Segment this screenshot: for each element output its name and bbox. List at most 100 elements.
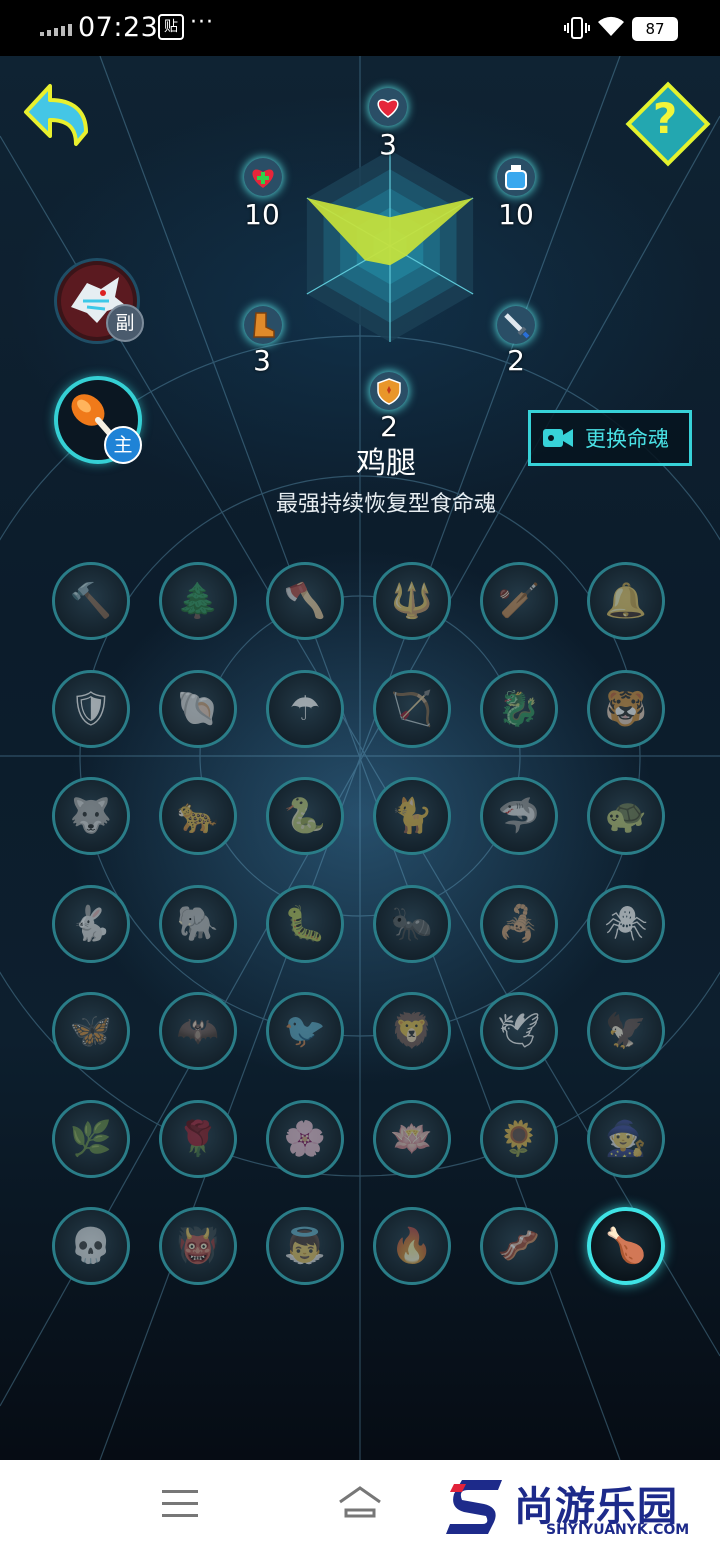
- wolf-icon: 🐺: [69, 796, 113, 836]
- leaf-icon: 🌿: [69, 1118, 113, 1159]
- soul-cell-tiger[interactable]: 🐯: [587, 669, 665, 748]
- soul-cell-rose[interactable]: 🌹: [159, 1099, 237, 1178]
- menu-nav-button[interactable]: [162, 1490, 198, 1518]
- speed-value: 3: [253, 344, 271, 377]
- butterfly-icon: 🦋: [69, 1011, 113, 1051]
- soul-cell-tree[interactable]: 🌲: [159, 562, 237, 640]
- violet-icon: 🌸: [283, 1118, 327, 1159]
- bat-icon: 🦇: [176, 1011, 220, 1051]
- soul-cell-snake[interactable]: 🐍: [266, 777, 344, 855]
- soul-cell-bell[interactable]: 🔔: [587, 562, 665, 640]
- signal-icon: [40, 22, 72, 36]
- logo-url: SHYIYUANYK.COM: [546, 1522, 690, 1538]
- status-time: 07:23: [78, 12, 159, 43]
- soul-cell-centipede[interactable]: 🦂: [480, 884, 558, 963]
- health-value: 3: [379, 128, 397, 161]
- bell-icon: 🔔: [604, 581, 648, 621]
- navigation-bar: 尚游乐园 SHYIYUANYK.COM: [0, 1460, 720, 1544]
- heal-value: 10: [244, 198, 280, 231]
- bow-icon: 🏹: [390, 688, 434, 729]
- tree-icon: 🌲: [176, 581, 220, 621]
- ant-icon: 🐜: [390, 903, 434, 944]
- centipede-icon: 🦂: [497, 903, 541, 944]
- rabbit-icon: 🐇: [69, 903, 113, 944]
- soul-cell-buddha[interactable]: 🔥: [373, 1207, 451, 1285]
- soul-cell-ant[interactable]: 🐜: [373, 884, 451, 963]
- soul-cell-mask[interactable]: 🛡: [52, 669, 130, 748]
- sunflower-icon: 🌻: [497, 1118, 541, 1159]
- demon-icon: 👹: [176, 1226, 220, 1266]
- soul-cell-shark[interactable]: 🦈: [480, 777, 558, 855]
- soul-cell-skull[interactable]: 💀: [52, 1207, 130, 1285]
- question-mark-icon: ?: [652, 94, 678, 143]
- soul-cell-spider[interactable]: 🕷: [587, 884, 665, 963]
- soul-description: 最强持续恢复型食命魂: [275, 492, 496, 517]
- swallow-icon: 🕊: [497, 1011, 541, 1051]
- umbrella-icon: ☂: [289, 688, 321, 729]
- soul-cell-umbrella[interactable]: ☂: [266, 669, 344, 748]
- soul-cell-larva[interactable]: 🐛: [266, 884, 344, 963]
- spear-icon: 🔱: [390, 581, 434, 621]
- soul-cell-butterfly[interactable]: 🦋: [52, 992, 130, 1070]
- soul-cell-sunflower[interactable]: 🌻: [480, 1099, 558, 1178]
- skull-icon: 💀: [69, 1226, 113, 1266]
- sub-badge: 副: [106, 304, 144, 342]
- help-button[interactable]: ?: [625, 81, 711, 167]
- soul-cell-fire-beast[interactable]: 🦁: [373, 992, 451, 1070]
- mask-icon: 🛡: [69, 688, 113, 729]
- soul-cell-angel[interactable]: 👼: [266, 1207, 344, 1285]
- soul-cell-cat[interactable]: 🐈: [373, 777, 451, 855]
- vibrate-icon: [564, 16, 590, 45]
- bird-icon: 🐦: [283, 1011, 327, 1051]
- drumstick-icon: 🍗: [604, 1226, 648, 1266]
- soul-cell-elephant[interactable]: 🐘: [159, 884, 237, 963]
- tiger-icon: 🐯: [604, 688, 648, 729]
- home-icon: [339, 1486, 381, 1518]
- soul-name: 鸡腿: [356, 446, 416, 481]
- soul-cell-club[interactable]: 🏏: [480, 562, 558, 640]
- soul-cell-shell[interactable]: 🐚: [159, 669, 237, 748]
- witch-icon: 🧙: [604, 1118, 648, 1159]
- angel-icon: 👼: [283, 1226, 327, 1266]
- notification-icon: 贴: [158, 14, 184, 40]
- soul-cell-axe[interactable]: 🪓: [266, 562, 344, 640]
- leopard-icon: 🐆: [176, 796, 220, 836]
- soul-cell-turtle[interactable]: 🐢: [587, 777, 665, 855]
- soul-cell-leopard[interactable]: 🐆: [159, 777, 237, 855]
- soul-cell-bat[interactable]: 🦇: [159, 992, 237, 1070]
- souls-grid: 🔨 🌲 🪓 🔱 🏏 🔔 🛡 🐚 ☂ 🏹 🐉 🐯 🐺 🐆 🐍 🐈 🦈 🐢 🐇 🐘 🐛 🐜 🦂 🕷 🦋 🦇 🐦 🦁 🕊 🦅 🌿 🌹 🌸 🪷 🌻 🧙 💀 👹 👼 🔥…: [52, 562, 672, 1302]
- hammer-icon: 🔨: [69, 581, 113, 621]
- soul-cell-swallow[interactable]: 🕊: [480, 992, 558, 1070]
- cat-icon: 🐈: [390, 796, 434, 836]
- soul-cell-sausage[interactable]: 🥓: [480, 1207, 558, 1285]
- turtle-icon: 🐢: [604, 796, 648, 836]
- soul-cell-leaf[interactable]: 🌿: [52, 1099, 130, 1178]
- soul-cell-dragon[interactable]: 🐉: [480, 669, 558, 748]
- soul-cell-witch[interactable]: 🧙: [587, 1099, 665, 1178]
- battery-indicator: 87: [632, 17, 678, 41]
- soul-cell-drumstick[interactable]: 🍗: [587, 1207, 665, 1285]
- boot-icon: [244, 306, 282, 344]
- soul-cell-eagle[interactable]: 🦅: [587, 992, 665, 1070]
- club-icon: 🏏: [497, 581, 541, 621]
- back-button[interactable]: [20, 78, 94, 152]
- soul-cell-spear[interactable]: 🔱: [373, 562, 451, 640]
- soul-cell-demon[interactable]: 👹: [159, 1207, 237, 1285]
- soul-cell-bird[interactable]: 🐦: [266, 992, 344, 1070]
- sausage-icon: 🥓: [497, 1226, 541, 1266]
- elephant-icon: 🐘: [176, 903, 220, 944]
- soul-cell-lotus[interactable]: 🪷: [373, 1099, 451, 1178]
- soul-cell-wolf[interactable]: 🐺: [52, 777, 130, 855]
- rose-icon: 🌹: [176, 1118, 220, 1159]
- soul-cell-rabbit[interactable]: 🐇: [52, 884, 130, 963]
- soul-cell-hammer[interactable]: 🔨: [52, 562, 130, 640]
- dragon-icon: 🐉: [497, 688, 541, 729]
- potion-icon: [497, 158, 535, 196]
- back-arrow-icon: [24, 84, 88, 146]
- fire-beast-icon: 🦁: [390, 1011, 434, 1051]
- soul-cell-bow[interactable]: 🏹: [373, 669, 451, 748]
- home-nav-button[interactable]: [336, 1484, 384, 1520]
- buddha-icon: 🔥: [390, 1226, 434, 1266]
- soul-cell-violet[interactable]: 🌸: [266, 1099, 344, 1178]
- site-logo: 尚游乐园 SHYIYUANYK.COM: [444, 1474, 720, 1544]
